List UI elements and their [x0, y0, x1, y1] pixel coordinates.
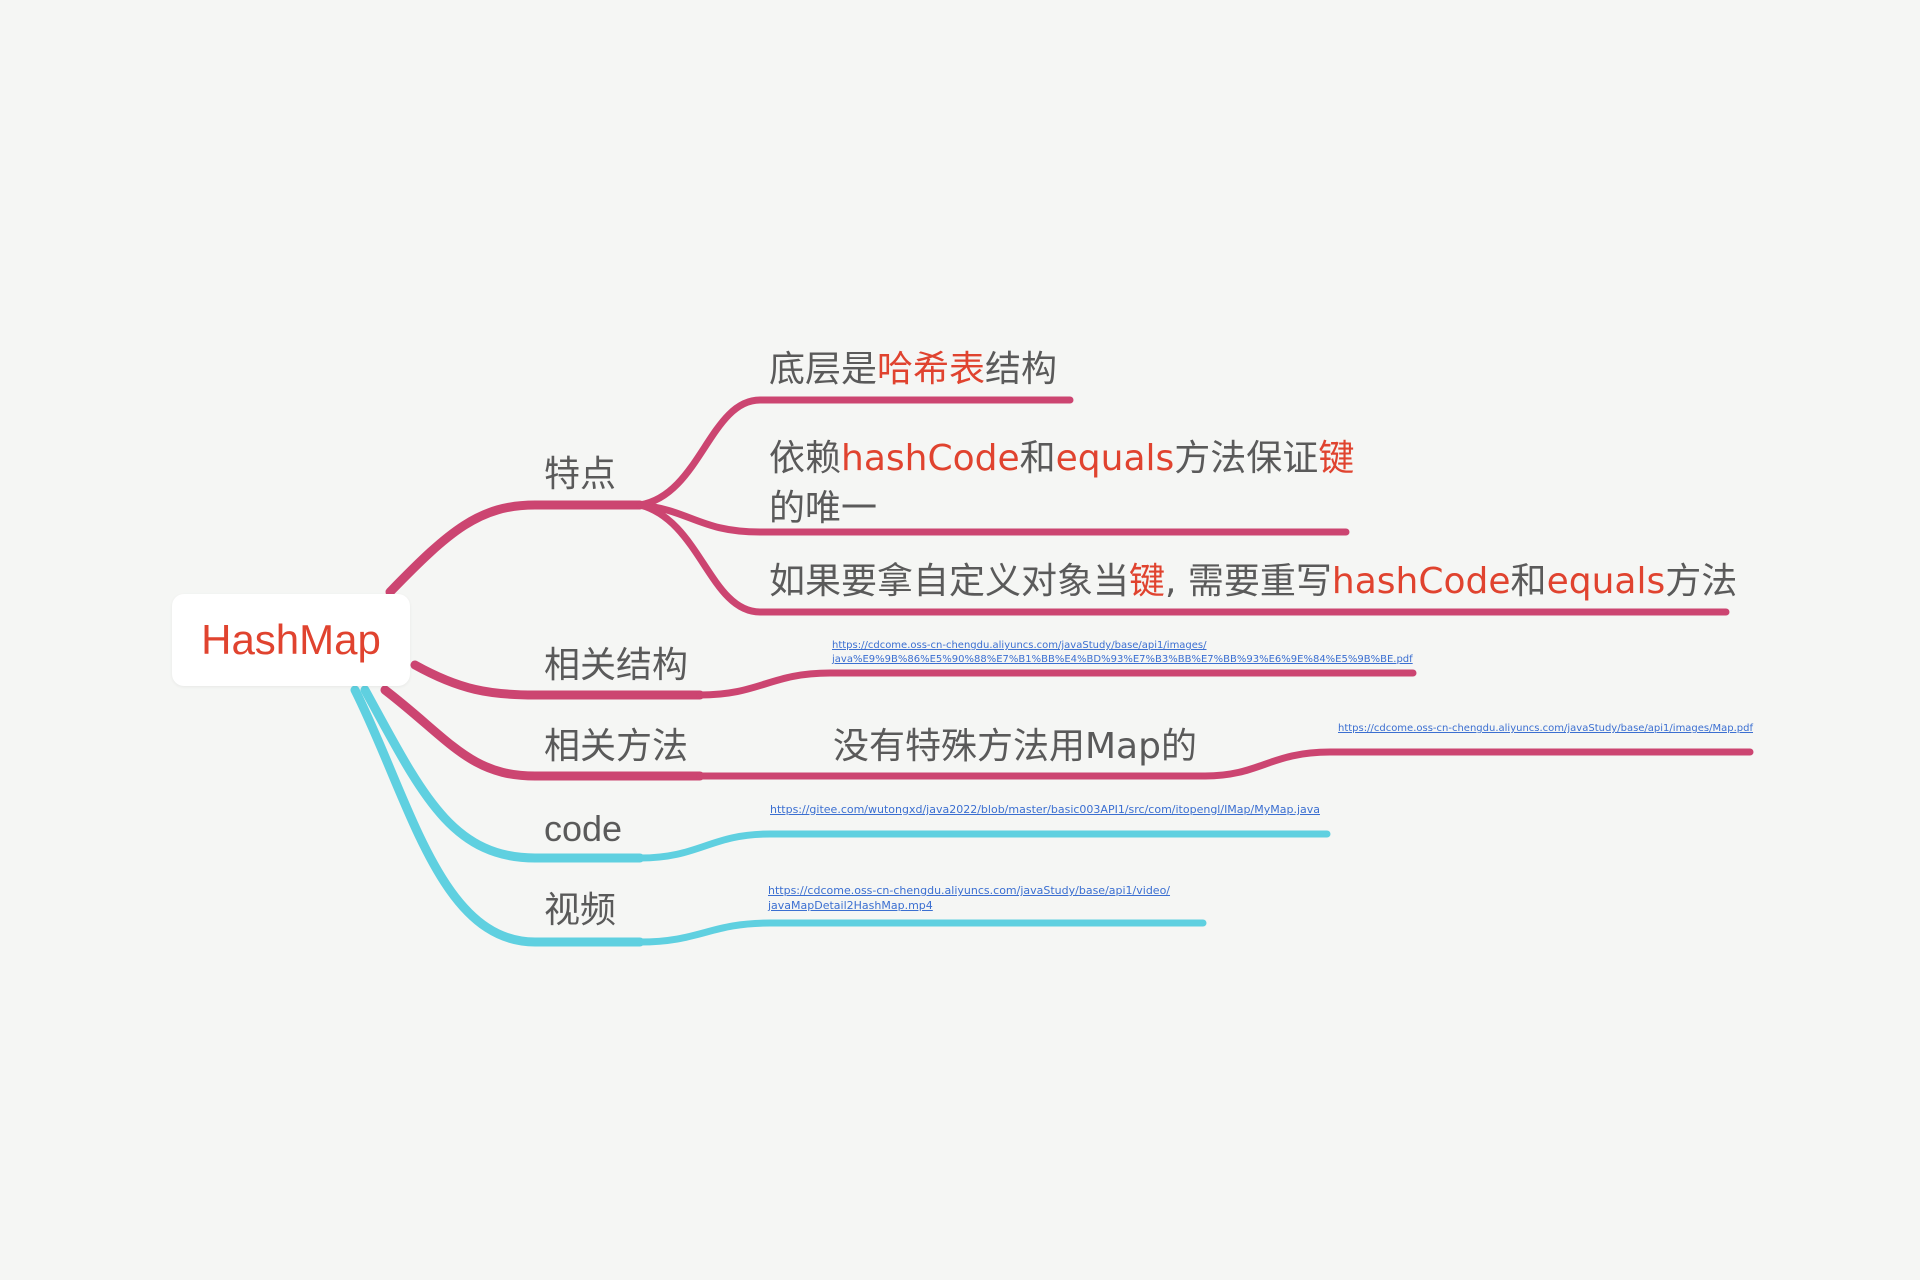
node-features-label: 特点 — [544, 454, 617, 495]
branch-methods-link — [1201, 748, 1754, 780]
link-line-1: https://cdcome.oss-cn-chengdu.aliyuncs.c… — [832, 640, 1207, 651]
node-feature-underlying-hash-table[interactable]: 底层是哈希表结构 — [769, 352, 1057, 388]
methods-map-pdf-link[interactable]: https://cdcome.oss-cn-chengdu.aliyuncs.c… — [1338, 722, 1753, 736]
node-structures[interactable]: 相关结构 — [544, 648, 688, 684]
node-code[interactable]: code — [544, 811, 622, 847]
node-video-label: 视频 — [544, 890, 617, 931]
text-segment: 依赖 — [769, 438, 842, 479]
node-methods-note[interactable]: 没有特殊方法用Map的 — [833, 729, 1197, 765]
root-node[interactable]: HashMap — [172, 594, 410, 686]
text-segment: 和 — [1510, 561, 1547, 602]
root-label: HashMap — [201, 616, 381, 663]
text-highlight: hashCode — [841, 438, 1020, 479]
branch-features — [385, 500, 645, 597]
branch-video-link — [636, 919, 1207, 946]
node-video[interactable]: 视频 — [544, 893, 616, 929]
node-code-label: code — [544, 808, 623, 849]
text-highlight: hashCode — [1331, 561, 1511, 602]
text-segment: 底层是 — [769, 349, 878, 390]
node-methods-note-text: 没有特殊方法用Map的 — [833, 726, 1197, 767]
node-methods[interactable]: 相关方法 — [544, 729, 688, 765]
video-mp4-link[interactable]: https://cdcome.oss-cn-chengdu.aliyuncs.c… — [768, 884, 1170, 914]
branch-structures-link — [696, 669, 1417, 699]
text-highlight: 键 — [1129, 561, 1166, 602]
text-segment: , 需要重写 — [1165, 561, 1332, 602]
text-segment: 和 — [1019, 438, 1056, 479]
text-segment: 方法保证 — [1174, 438, 1319, 479]
structures-pdf-link[interactable]: https://cdcome.oss-cn-chengdu.aliyuncs.c… — [832, 639, 1413, 666]
text-segment: 结构 — [985, 349, 1058, 390]
link-line-2: java%E9%9B%86%E5%90%88%E7%B1%BB%E4%BD%93… — [832, 653, 1413, 665]
node-methods-label: 相关方法 — [544, 726, 689, 767]
text-highlight: 哈希表 — [877, 349, 986, 390]
node-features[interactable]: 特点 — [544, 457, 616, 493]
text-highlight: equals — [1055, 438, 1175, 479]
text-highlight: 键 — [1318, 438, 1355, 479]
text-segment: 方法 — [1665, 561, 1738, 602]
code-source-link[interactable]: https://gitee.com/wutongxd/java2022/blob… — [770, 803, 1320, 818]
link-line-1: https://cdcome.oss-cn-chengdu.aliyuncs.c… — [768, 884, 1171, 897]
node-structures-label: 相关结构 — [544, 645, 689, 686]
text-segment: 如果要拿自定义对象当 — [769, 561, 1130, 602]
node-feature-hashcode-equals-unique[interactable]: 依赖hashCode和equals方法保证键 的唯一 — [769, 434, 1354, 534]
node-line-1: 依赖hashCode和equals方法保证键 — [769, 434, 1354, 484]
branch-code-link — [636, 830, 1331, 862]
text-highlight: equals — [1546, 561, 1666, 602]
node-feature-override-methods[interactable]: 如果要拿自定义对象当键, 需要重写hashCode和equals方法 — [769, 564, 1737, 600]
node-line-2: 的唯一 — [769, 488, 878, 529]
link-line-2: javaMapDetail2HashMap.mp4 — [768, 898, 933, 912]
